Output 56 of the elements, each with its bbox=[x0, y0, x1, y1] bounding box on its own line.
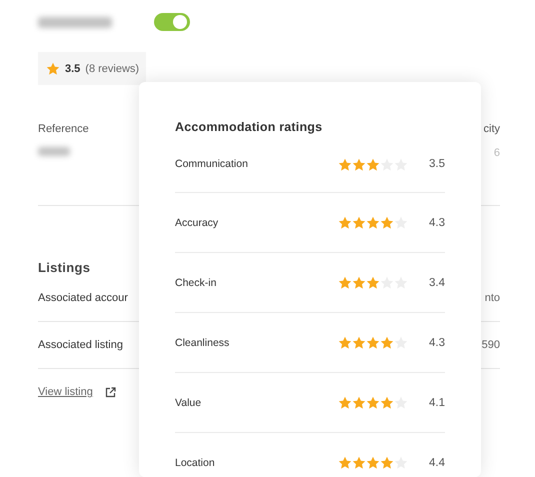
star-icon bbox=[380, 456, 394, 469]
star-icon bbox=[338, 158, 352, 170]
rating-value: 3.5 bbox=[428, 158, 445, 170]
star-icon bbox=[352, 396, 366, 409]
star-icon bbox=[338, 276, 352, 289]
star-icon bbox=[46, 62, 60, 75]
field-label: Reference bbox=[38, 123, 89, 135]
rating-value: 4.1 bbox=[428, 396, 445, 408]
star-icon bbox=[352, 276, 366, 289]
star-icon bbox=[338, 396, 352, 409]
field-label: city bbox=[484, 123, 500, 135]
field-label: Associated listing bbox=[38, 339, 123, 351]
star-icon bbox=[338, 216, 352, 229]
star-icon bbox=[366, 396, 380, 409]
section-title: Listings bbox=[38, 260, 92, 275]
field-value: 6 bbox=[494, 147, 500, 159]
star-icon bbox=[394, 456, 408, 469]
star-icon bbox=[366, 456, 380, 469]
rating-category: Cleanliness bbox=[175, 336, 230, 348]
star-icon bbox=[380, 276, 394, 289]
star-icon bbox=[338, 336, 352, 349]
star-icon bbox=[352, 456, 366, 469]
toggle-switch[interactable] bbox=[154, 13, 190, 31]
star-icon bbox=[366, 336, 380, 349]
rating-category: Location bbox=[175, 456, 216, 468]
rating-value: 4.3 bbox=[428, 216, 445, 228]
field-label: Associated accour bbox=[38, 292, 128, 304]
star-icon bbox=[338, 456, 352, 469]
star-icon bbox=[380, 396, 394, 409]
star-icon bbox=[352, 216, 366, 229]
star-icon bbox=[366, 158, 380, 170]
rating-value: 3.4 bbox=[428, 276, 445, 288]
external-link-icon[interactable] bbox=[104, 386, 116, 398]
star-icon bbox=[380, 158, 394, 170]
star-icon bbox=[366, 216, 380, 229]
field-value: 590 bbox=[482, 339, 500, 351]
star-icon bbox=[380, 336, 394, 349]
rating-category: Value bbox=[175, 396, 202, 408]
star-icon bbox=[366, 276, 380, 289]
star-icon bbox=[352, 336, 366, 349]
blurred-text bbox=[38, 147, 70, 156]
field-value: nto bbox=[484, 292, 500, 304]
rating-value: 4.4 bbox=[428, 456, 445, 468]
review-count: (8 reviews) bbox=[85, 62, 140, 74]
star-icon bbox=[380, 216, 394, 229]
star-icon bbox=[394, 216, 408, 229]
star-icon bbox=[394, 336, 408, 349]
rating-value: 4.3 bbox=[428, 336, 445, 348]
rating-score: 3.5 bbox=[65, 62, 80, 74]
star-icon bbox=[394, 396, 408, 409]
star-icon bbox=[352, 158, 366, 170]
view-listing-link[interactable]: View listing bbox=[38, 386, 93, 398]
popover-title: Accommodation ratings bbox=[175, 119, 324, 136]
rating-category: Check-in bbox=[175, 276, 218, 288]
rating-category: Accuracy bbox=[175, 216, 220, 228]
rating-category: Communication bbox=[175, 158, 249, 170]
